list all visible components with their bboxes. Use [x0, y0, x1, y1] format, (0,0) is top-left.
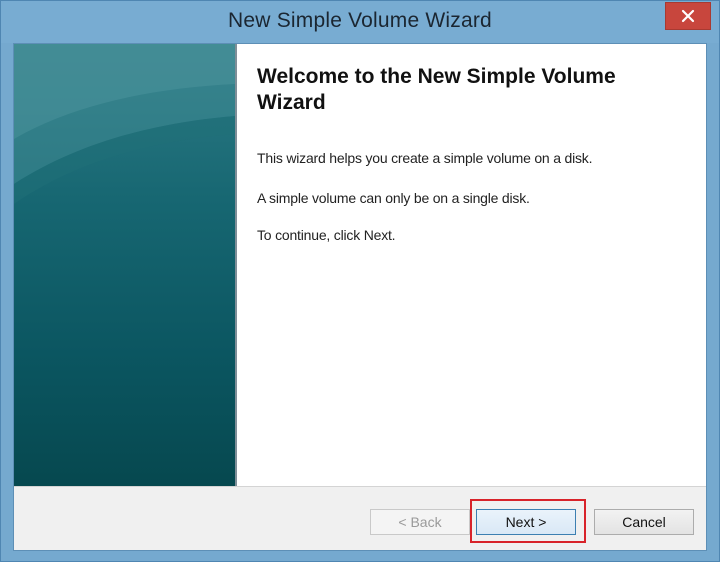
next-button[interactable]: Next >: [476, 509, 576, 535]
wizard-client-area: Welcome to the New Simple Volume Wizard …: [13, 43, 707, 551]
banner-swoosh: [14, 44, 235, 204]
instruction-text: To continue, click Next.: [257, 227, 396, 243]
wizard-banner-image: [14, 44, 235, 486]
wizard-content: Welcome to the New Simple Volume Wizard …: [237, 44, 706, 486]
wizard-window: New Simple Volume Wizard Welcome to the …: [0, 0, 720, 562]
info-text: A simple volume can only be on a single …: [257, 190, 530, 206]
intro-text: This wizard helps you create a simple vo…: [257, 150, 593, 166]
button-bar: < Back Next > Cancel: [14, 486, 706, 550]
title-bar[interactable]: New Simple Volume Wizard: [1, 1, 719, 43]
wizard-heading: Welcome to the New Simple Volume Wizard: [257, 65, 616, 114]
close-icon: [681, 9, 695, 23]
close-button[interactable]: [665, 2, 711, 30]
window-title: New Simple Volume Wizard: [228, 9, 492, 32]
cancel-button[interactable]: Cancel: [594, 509, 694, 535]
back-button[interactable]: < Back: [370, 509, 470, 535]
